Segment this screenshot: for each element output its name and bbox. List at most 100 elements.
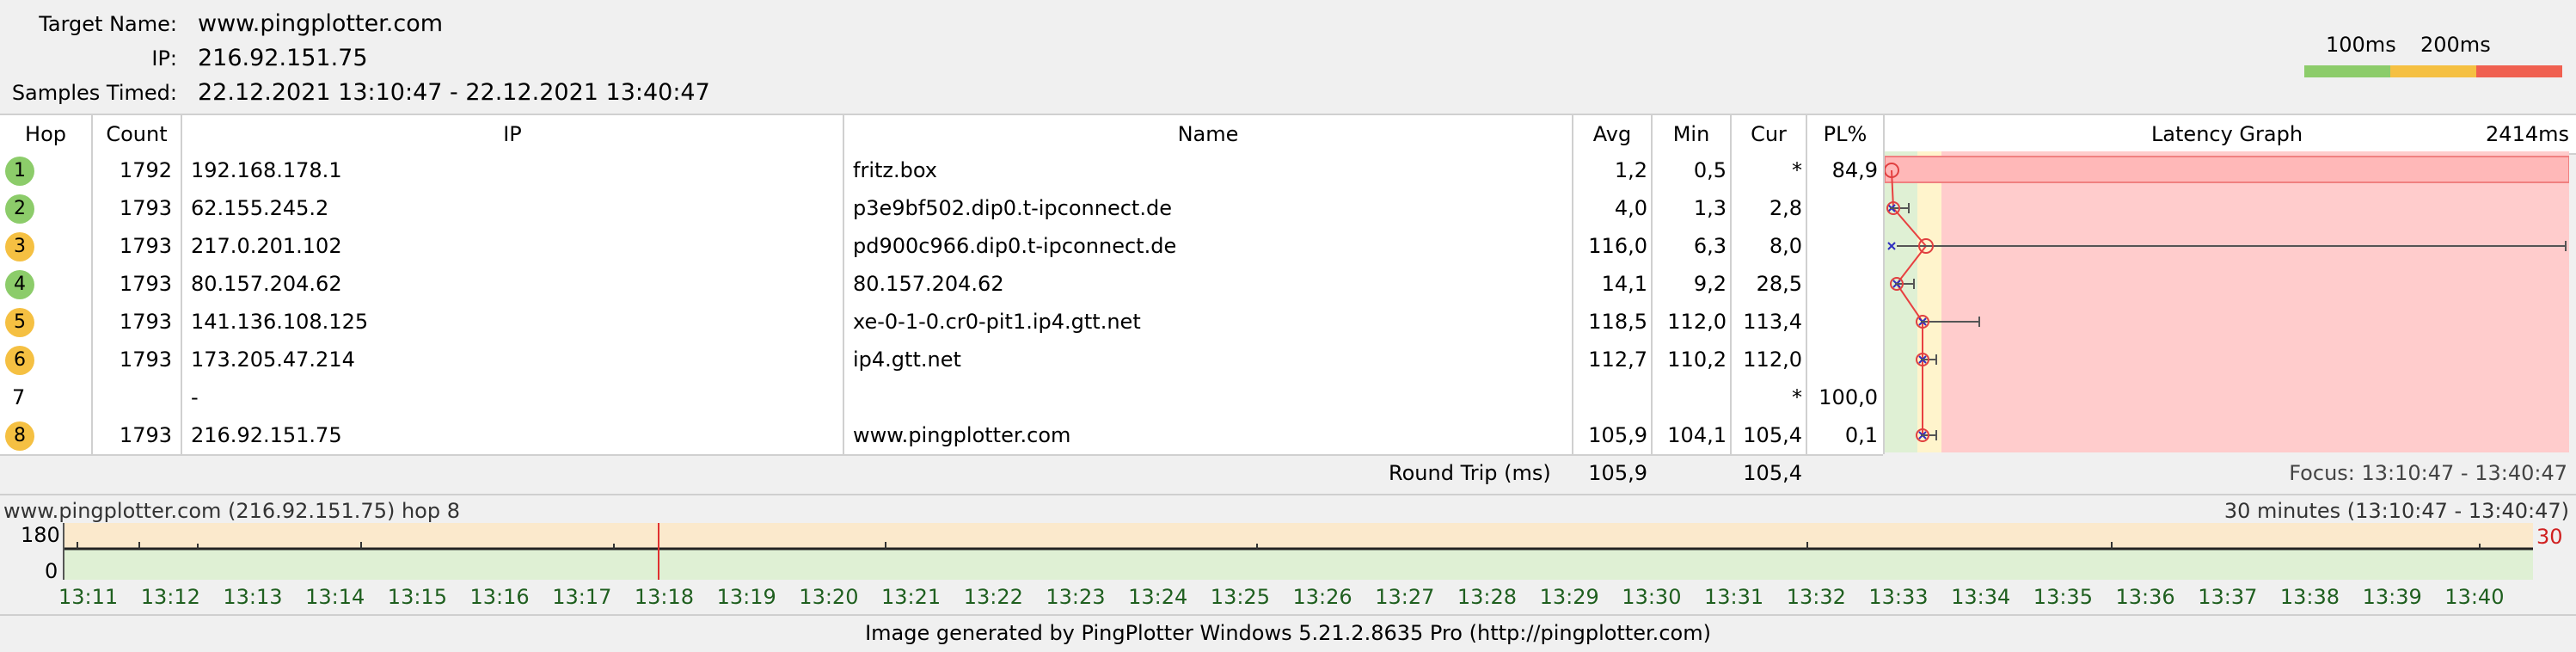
hop-status-dot: 5 (5, 308, 34, 337)
samples-timed-label: Samples Timed: (11, 81, 177, 105)
table-row[interactable]: 4 1793 80.157.204.62 80.157.204.62 14,1 9,2 28… (0, 265, 1883, 304)
timeline-tick-label: 13:30 (1622, 585, 1682, 609)
timeline-tick-label: 13:36 (2115, 585, 2175, 609)
table-header-row: Hop Count IP Name Avg Min Cur PL% Latenc… (0, 114, 2576, 155)
hop-avg: 4,0 (1614, 196, 1647, 220)
legend-good-bar (2304, 65, 2390, 77)
hop-cur: * (1792, 385, 1802, 409)
hop-packet-loss (1807, 265, 1878, 303)
hop-name: fritz.box (853, 158, 938, 182)
target-name-value: www.pingplotter.com (198, 10, 444, 37)
table-row[interactable]: 3 1793 217.0.201.102 pd900c966.dip0.t-ipcon… (0, 227, 1883, 267)
hop-cur: 112,0 (1743, 348, 1802, 372)
table-row[interactable]: 2 1793 62.155.245.2 p3e9bf502.dip0.t-ipconn… (0, 189, 1883, 229)
hop-ip: - (191, 385, 199, 409)
hop-count: 1793 (119, 272, 172, 296)
timeline-tick-label: 13:29 (1539, 585, 1599, 609)
round-trip-cur: 105,4 (1743, 461, 1802, 485)
timeline-tick-label: 13:39 (2362, 585, 2422, 609)
hop-min: 9,2 (1693, 272, 1727, 296)
legend-warn-bar (2390, 65, 2476, 77)
timeline-tick-label: 13:23 (1046, 585, 1106, 609)
hop-packet-loss: 84,9 (1831, 158, 1878, 182)
timeline-tick-label: 13:27 (1375, 585, 1435, 609)
table-row[interactable]: 8 1793 216.92.151.75 www.pingplotter.com 105… (0, 416, 1883, 456)
table-row[interactable]: 6 1793 173.205.47.214 ip4.gtt.net 112,7 110,2… (0, 341, 1883, 380)
col-cur-header[interactable]: Cur (1732, 115, 1806, 153)
hop-min: 110,2 (1667, 348, 1727, 372)
hop-count: 1793 (119, 310, 172, 334)
legend-bad-bar (2476, 65, 2562, 77)
hop-ip: 216.92.151.75 (191, 423, 342, 447)
hop-packet-loss (1807, 341, 1878, 378)
hop-count: 1793 (119, 423, 172, 447)
hop-ip: 80.157.204.62 (191, 272, 342, 296)
col-avg-header[interactable]: Avg (1573, 115, 1651, 153)
table-row[interactable]: 1 1792 192.168.178.1 fritz.box 1,2 0,5 * 84,9 (0, 151, 1883, 191)
hop-cur: 8,0 (1769, 234, 1802, 258)
hop-count: 1793 (119, 196, 172, 220)
table-row[interactable]: 7 - * 100,0 (0, 378, 1883, 418)
hop-name (853, 378, 1570, 416)
col-min-header[interactable]: Min (1653, 115, 1730, 153)
timeline-y-min: 0 (45, 559, 58, 583)
ip-label: IP: (151, 46, 177, 71)
hop-name: 80.157.204.62 (853, 272, 1004, 296)
hop-status-dot: 2 (5, 194, 34, 224)
ip-value: 216.92.151.75 (198, 45, 368, 71)
hop-avg: 116,0 (1588, 234, 1647, 258)
hop-packet-loss (1807, 189, 1878, 227)
timeline-tick-label: 13:13 (223, 585, 283, 609)
hop-status-dot: 6 (5, 346, 34, 375)
timeline-tick-label: 13:35 (2033, 585, 2093, 609)
hop-ip: 173.205.47.214 (191, 348, 355, 372)
latency-graph (1885, 151, 2569, 452)
legend-200ms-label: 200ms (2420, 33, 2491, 57)
hop-status-dot: 3 (5, 232, 34, 261)
timeline-tick-label: 13:20 (799, 585, 859, 609)
hop-ip: 192.168.178.1 (191, 158, 342, 182)
target-name-label: Target Name: (39, 12, 177, 36)
timeline-tick-label: 13:31 (1704, 585, 1764, 609)
timeline-right-value: 30 (2536, 525, 2563, 549)
timeline-tick-label: 13:37 (2198, 585, 2258, 609)
hop-count (93, 378, 172, 416)
hop-packet-loss: 0,1 (1844, 423, 1878, 447)
timeline-tick-label: 13:28 (1457, 585, 1518, 609)
hop-name: ip4.gtt.net (853, 348, 961, 372)
timeline-tick-label: 13:11 (58, 585, 119, 609)
hop-avg: 14,1 (1601, 272, 1647, 296)
timeline-tick-label: 13:12 (140, 585, 200, 609)
col-name-header[interactable]: Name (844, 115, 1572, 153)
col-pl-header[interactable]: PL% (1807, 115, 1883, 153)
hop-status-dot: 8 (5, 421, 34, 451)
hop-packet-loss (1807, 227, 1878, 265)
hop-avg: 118,5 (1588, 310, 1647, 334)
hop-status-dot: 1 (5, 157, 34, 186)
hop-avg: 112,7 (1588, 348, 1647, 372)
table-row[interactable]: 5 1793 141.136.108.125 xe-0-1-0.cr0-pit1.ip… (0, 303, 1883, 342)
timeline-tick-label: 13:32 (1786, 585, 1846, 609)
hop-count: 1793 (119, 234, 172, 258)
hop-min (1653, 378, 1727, 416)
hop-count: 1793 (119, 348, 172, 372)
col-count-header[interactable]: Count (93, 115, 181, 153)
timeline-tick-label: 13:16 (469, 585, 530, 609)
timeline-graph (63, 523, 2533, 580)
hop-cur: * (1792, 158, 1802, 182)
timeline-tick-label: 13:19 (716, 585, 776, 609)
timeline-tick-label: 13:21 (881, 585, 941, 609)
hop-packet-loss (1807, 303, 1878, 341)
hop-count: 1792 (119, 158, 172, 182)
hop-cur: 105,4 (1743, 423, 1802, 447)
timeline-tick-label: 13:25 (1210, 585, 1270, 609)
hop-avg: 1,2 (1614, 158, 1647, 182)
focus-range: Focus: 13:10:47 - 13:40:47 (2289, 461, 2567, 485)
hop-ip: 217.0.201.102 (191, 234, 342, 258)
col-hop-header[interactable]: Hop (0, 115, 91, 153)
legend-100ms-label: 100ms (2326, 33, 2396, 57)
hop-ip: 141.136.108.125 (191, 310, 369, 334)
col-ip-header[interactable]: IP (182, 115, 843, 153)
timeline-tick-label: 13:15 (387, 585, 447, 609)
hop-min: 1,3 (1693, 196, 1727, 220)
